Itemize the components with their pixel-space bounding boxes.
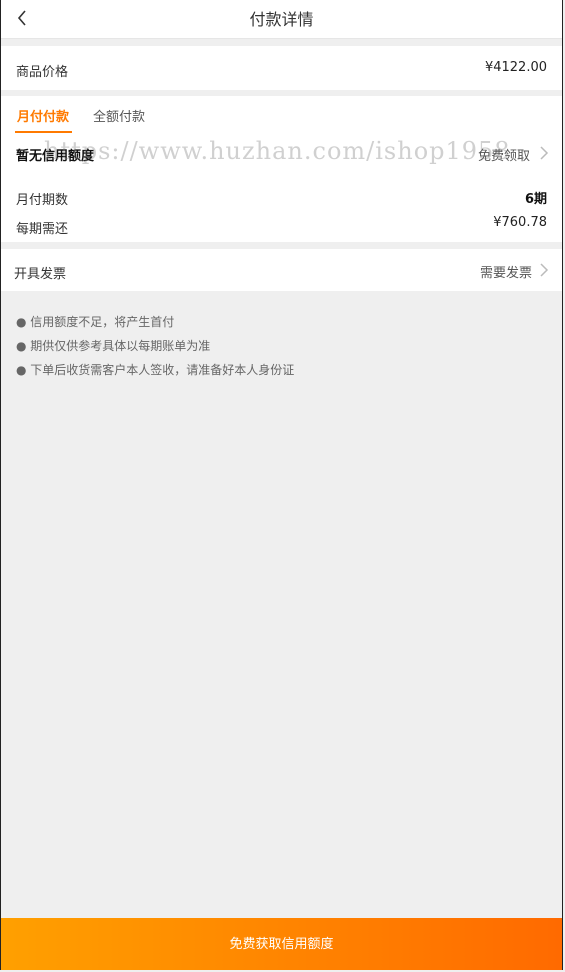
credit-status-label: 暂无信用额度	[16, 149, 95, 164]
get-credit-button[interactable]: 免费获取信用额度	[1, 918, 562, 970]
payment-options-card: 月付付款 全额付款 暂无信用额度 免费领取 月付期数 6期 每期需还 ¥760.…	[1, 96, 562, 242]
tab-full-payment[interactable]: 全额付款	[93, 106, 145, 125]
top-bar: 付款详情	[1, 0, 562, 39]
credit-claim-link[interactable]: 免费领取	[478, 145, 530, 164]
per-period-value: ¥760.78	[493, 215, 547, 230]
tab-monthly-payment[interactable]: 月付付款	[17, 106, 69, 125]
active-tab-indicator	[15, 131, 72, 133]
note-item: ● 期供仅供参考具体以每期账单为准	[16, 339, 211, 353]
page-title: 付款详情	[249, 10, 314, 29]
price-label: 商品价格	[16, 65, 69, 80]
chevron-right-icon[interactable]	[539, 262, 549, 278]
note-item: ● 下单后收货需客户本人签收，请准备好本人身份证	[16, 363, 295, 377]
installments-label: 月付期数	[16, 193, 69, 208]
installments-value: 6期	[524, 192, 547, 207]
invoice-action[interactable]: 需要发票	[480, 262, 532, 281]
per-period-label: 每期需还	[16, 222, 69, 237]
price-value: ¥4122.00	[484, 60, 547, 75]
notes-list: ● 信用额度不足，将产生首付 ● 期供仅供参考具体以每期账单为准 ● 下单后收货…	[16, 310, 294, 382]
invoice-row[interactable]: 开具发票 需要发票	[1, 249, 562, 291]
invoice-label: 开具发票	[14, 267, 67, 282]
note-item: ● 信用额度不足，将产生首付	[16, 315, 175, 329]
chevron-right-icon[interactable]	[539, 145, 549, 161]
price-row: 商品价格 ¥4122.00	[1, 46, 562, 90]
